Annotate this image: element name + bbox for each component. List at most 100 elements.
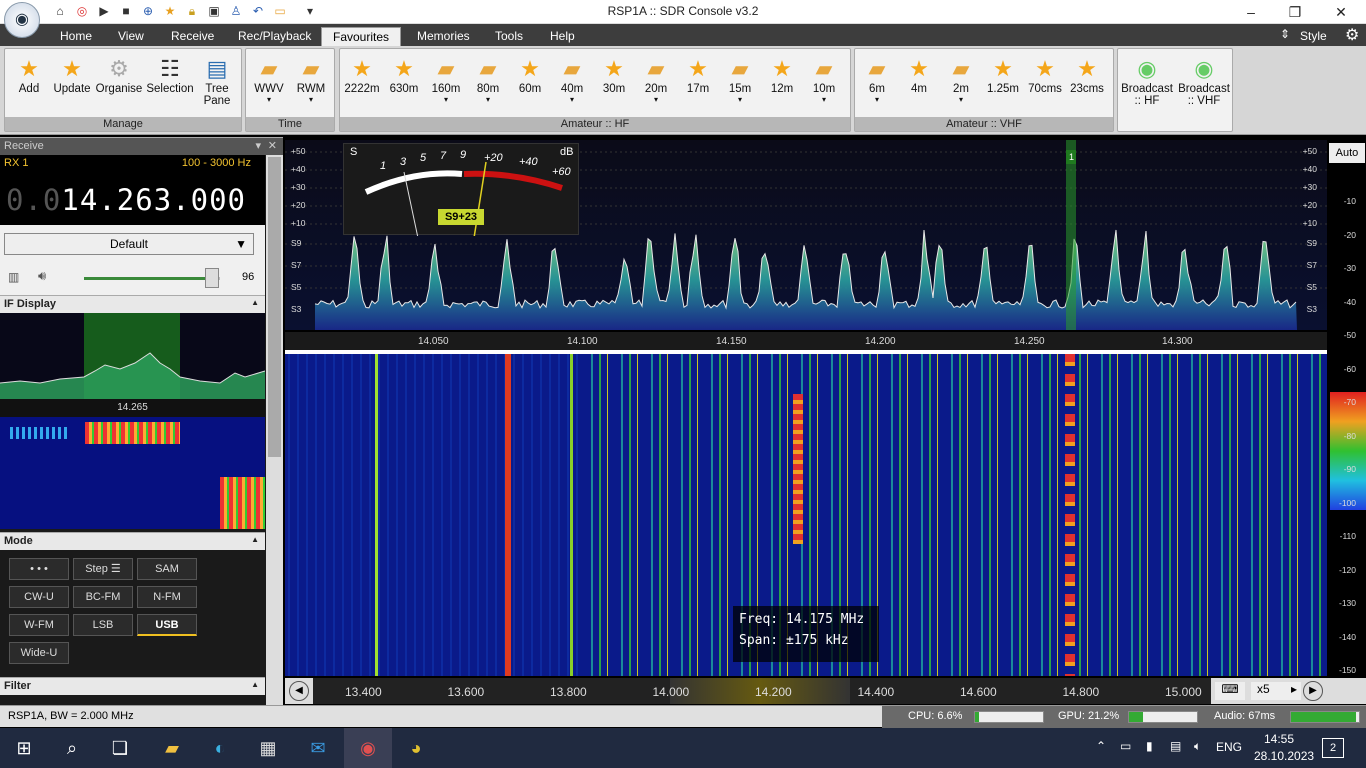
star-icon: ★ (394, 56, 414, 81)
mode-cw-u-button[interactable]: CW-U (9, 586, 69, 608)
tab-tools[interactable]: Tools (485, 27, 533, 46)
left-scrollbar[interactable] (266, 155, 283, 705)
auto-button[interactable]: Auto (1329, 143, 1365, 163)
chevron-down-icon[interactable]: ▾ (255, 139, 261, 152)
network-icon[interactable]: ▤ (1170, 739, 1181, 753)
volume-slider[interactable] (84, 277, 220, 280)
mode-n-fm-button[interactable]: N-FM (137, 586, 197, 608)
mode-w-fm-button[interactable]: W-FM (9, 614, 69, 636)
chevron-up-icon[interactable]: ▲ (251, 298, 259, 307)
filter-header[interactable]: Filter ▲ (0, 677, 265, 695)
chevron-up-icon[interactable]: ▲ (251, 680, 259, 689)
language-indicator[interactable]: ENG (1216, 740, 1242, 754)
gear-icon[interactable]: ⚙ (1345, 25, 1359, 45)
tree-pane-button[interactable]: ▤ Tree Pane (199, 53, 235, 115)
if-display-header[interactable]: IF Display ▲ (0, 295, 265, 313)
search-icon[interactable]: ⌕ (48, 728, 96, 768)
scrollbar-thumb[interactable] (268, 157, 281, 457)
band-23cms-button[interactable]: ★ 23cms (1067, 53, 1107, 115)
app-logo-icon[interactable]: ◉ (4, 2, 40, 38)
step-button[interactable]: Step ☰ (73, 558, 133, 580)
device-icon[interactable]: ▭ (1120, 739, 1131, 753)
update-button[interactable]: ★ Update (51, 53, 93, 115)
band-12m-button[interactable]: ★ 12m (762, 53, 802, 115)
volume-thumb[interactable] (205, 268, 219, 288)
tab-rec-playback[interactable]: Rec/Playback (228, 27, 321, 46)
waterfall-display[interactable]: Freq: 14.175 MHz Span: ±175 kHz (285, 354, 1327, 676)
tab-home[interactable]: Home (50, 27, 102, 46)
band-125m-button[interactable]: ★ 1.25m (983, 53, 1023, 115)
tab-favourites[interactable]: Favourites (321, 27, 401, 46)
overview-scale[interactable]: 13.400 13.600 13.800 14.000 14.200 14.400 14.6… (313, 678, 1211, 704)
battery-icon[interactable]: ▮ (1146, 739, 1153, 753)
clock-date[interactable]: 28.10.2023 (1254, 749, 1314, 763)
sdr-console-icon[interactable]: ◉ (344, 728, 392, 768)
clock-time[interactable]: 14:55 (1264, 732, 1294, 746)
start-icon[interactable]: ⊞ (0, 728, 48, 768)
band-4m-button[interactable]: ★ 4m (899, 53, 939, 115)
add-button[interactable]: ★ Add (9, 53, 49, 115)
broadcast-hf-button[interactable]: ◉ Broadcast :: HF (1120, 53, 1174, 115)
band-80m-button[interactable]: ▰ 80m ▾ (468, 53, 508, 115)
band-30m-button[interactable]: ★ 30m (594, 53, 634, 115)
broadcast-vhf-button[interactable]: ◉ Broadcast :: VHF (1176, 53, 1232, 115)
chevron-up-icon[interactable]: ▲ (251, 535, 259, 544)
tab-receive[interactable]: Receive (161, 27, 224, 46)
band-40m-button[interactable]: ▰ 40m ▾ (552, 53, 592, 115)
band-10m-button[interactable]: ▰ 10m ▾ (804, 53, 844, 115)
keyboard-icon[interactable]: ⌨ (1215, 682, 1245, 700)
band-17m-button[interactable]: ★ 17m (678, 53, 718, 115)
zoom-select[interactable]: x5 ▸ (1251, 682, 1301, 700)
speaker-icon[interactable]: 🔊︎ (38, 268, 46, 284)
close-button[interactable]: ✕ (1318, 0, 1364, 24)
file-explorer-icon[interactable]: ▰ (148, 728, 196, 768)
band-6m-button[interactable]: ▰ 6m ▾ (857, 53, 897, 115)
tab-help[interactable]: Help (540, 27, 585, 46)
band-70cms-button[interactable]: ★ 70cms (1025, 53, 1065, 115)
color-gradient[interactable] (1330, 392, 1366, 510)
mode-usb-button[interactable]: USB (137, 614, 197, 636)
restore-button[interactable]: ❐ (1272, 0, 1318, 24)
band-630m-button[interactable]: ★ 630m (384, 53, 424, 115)
if-spectrum[interactable] (0, 313, 265, 399)
scroll-left-icon[interactable]: ◀ (289, 681, 309, 701)
mode-sam-button[interactable]: SAM (137, 558, 197, 580)
wwv-button[interactable]: ▰ WWV ▾ (250, 53, 288, 115)
sort-icon[interactable]: ⇕ (1280, 27, 1290, 41)
band-2m-button[interactable]: ▰ 2m ▾ (941, 53, 981, 115)
mail-icon[interactable]: ✉ (294, 728, 342, 768)
store-icon[interactable]: ▦ (244, 728, 292, 768)
rwm-button[interactable]: ▰ RWM ▾ (292, 53, 330, 115)
tab-view[interactable]: View (108, 27, 154, 46)
mode-lsb-button[interactable]: LSB (73, 614, 133, 636)
selection-button[interactable]: ☷ Selection (145, 53, 195, 115)
spectrum-display[interactable]: 1 +50 +40 +30 +20 +10 S9 S7 S5 S3 +50 +40 +30 +20 +1… (285, 140, 1327, 330)
scroll-right-icon[interactable]: ▶ (1303, 681, 1323, 701)
frequency-readout[interactable]: 0.014.263.000 (6, 183, 246, 217)
edge-icon[interactable]: ◐ (196, 728, 244, 768)
minimize-button[interactable]: – (1228, 0, 1274, 24)
organise-button[interactable]: ⚙ Organise (95, 53, 143, 115)
mode-wide-u-button[interactable]: Wide-U (9, 642, 69, 664)
mode-bc-fm-button[interactable]: BC-FM (73, 586, 133, 608)
band-160m-button[interactable]: ▰ 160m ▾ (426, 53, 466, 115)
style-menu[interactable]: Style (1290, 27, 1337, 46)
bars-icon[interactable]: ▥ (8, 270, 19, 284)
band-15m-button[interactable]: ▰ 15m ▾ (720, 53, 760, 115)
frequency-display[interactable]: RX 1 100 - 3000 Hz 0.014.263.000 (0, 155, 265, 225)
chrome-icon[interactable]: ◕ (392, 728, 440, 768)
band-2222m-button[interactable]: ★ 2222m (342, 53, 382, 115)
band-20m-button[interactable]: ▰ 20m ▾ (636, 53, 676, 115)
if-waterfall[interactable] (0, 417, 265, 529)
tab-memories[interactable]: Memories (407, 27, 480, 46)
notification-button[interactable]: 2 (1322, 738, 1344, 758)
mode-header[interactable]: Mode ▲ (0, 532, 265, 550)
chevron-up-icon[interactable]: ⌃ (1096, 739, 1106, 753)
band-60m-button[interactable]: ★ 60m (510, 53, 550, 115)
task-view-icon[interactable]: ❏ (96, 728, 144, 768)
close-icon[interactable]: ✕ (268, 139, 277, 152)
waterfall-signal (85, 422, 180, 444)
mode-more-button[interactable]: • • • (9, 558, 69, 580)
preset-dropdown[interactable]: Default ▼ (4, 233, 254, 255)
volume-icon[interactable]: 🔈︎ (1194, 739, 1201, 754)
